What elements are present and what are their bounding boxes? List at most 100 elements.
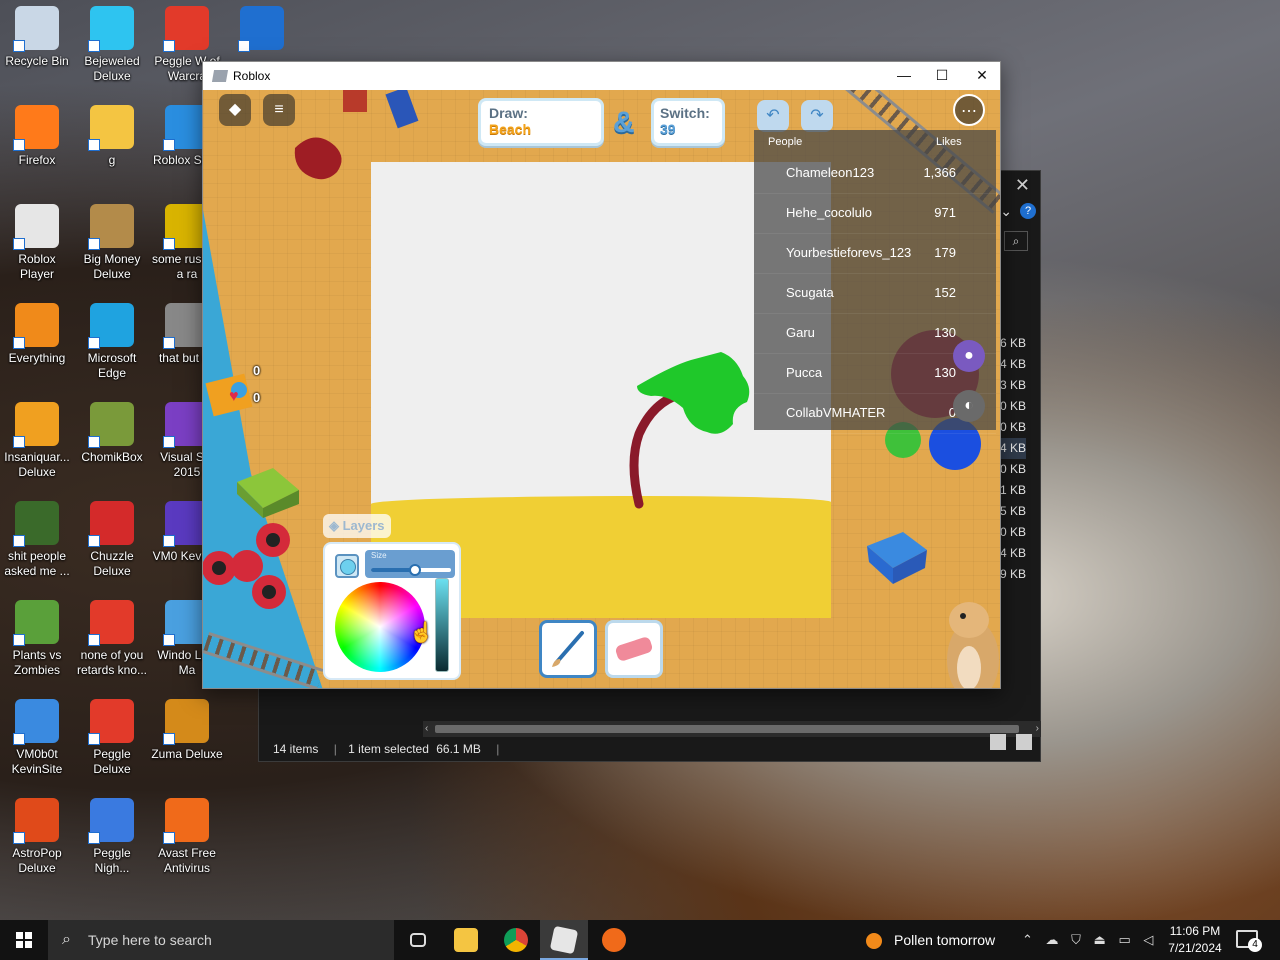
- chevron-down-icon[interactable]: ⌄: [1000, 203, 1012, 220]
- explorer-close-button[interactable]: ✕: [1015, 175, 1030, 196]
- folder-icon: [454, 928, 478, 952]
- mute-icon[interactable]: ◐: [953, 390, 985, 422]
- scrollbar-thumb[interactable]: [435, 725, 1019, 733]
- status-separator: |: [496, 742, 500, 756]
- layers-button[interactable]: ◈ Layers: [323, 514, 391, 538]
- brush-tool-button[interactable]: [539, 620, 597, 678]
- likes-column-header: Likes: [936, 136, 962, 148]
- desktop-shortcut[interactable]: Everything: [0, 303, 74, 366]
- desktop-shortcut[interactable]: Zuma Deluxe: [150, 699, 224, 762]
- desktop-shortcut[interactable]: Big Money Deluxe: [75, 204, 149, 282]
- peggle-night-icon: [88, 798, 134, 844]
- more-options-button[interactable]: ⋯: [953, 94, 985, 126]
- desktop-shortcut[interactable]: Roblox Player: [0, 204, 74, 282]
- avast-taskbar-button[interactable]: [590, 920, 638, 960]
- file-explorer-taskbar-button[interactable]: [442, 920, 490, 960]
- fish-icon: [13, 402, 59, 448]
- magnifier-icon: [13, 303, 59, 349]
- desktop-shortcut[interactable]: Chuzzle Deluxe: [75, 501, 149, 579]
- color-picker-panel[interactable]: Size ☝: [323, 542, 461, 680]
- desktop-shortcut[interactable]: Bejeweled Deluxe: [75, 6, 149, 84]
- firefox-icon: [13, 105, 59, 151]
- player-avatar-icon[interactable]: ●: [953, 340, 985, 372]
- tiles-view-icon[interactable]: [1016, 734, 1032, 750]
- desktop-shortcut[interactable]: g: [75, 105, 149, 168]
- desktop-shortcut-label: Firefox: [18, 153, 56, 167]
- taskbar: ⌕ Type here to search Pollen tomorrow ⌃ …: [0, 920, 1280, 960]
- edge-icon: [88, 303, 134, 349]
- brush-size-control[interactable]: Size: [365, 550, 455, 578]
- leaderboard-row[interactable]: Scugata 152: [754, 274, 996, 314]
- leaderboard-row[interactable]: Yourbestieforevs_123 179: [754, 234, 996, 274]
- desktop-shortcut[interactable]: Microsoft Edge: [75, 303, 149, 381]
- roblox-menu-button[interactable]: ◆: [219, 94, 251, 126]
- notification-center-button[interactable]: 4: [1236, 930, 1262, 952]
- peggle-icon: [88, 699, 134, 745]
- roblox-window[interactable]: Roblox — ☐ ✕ Draw: Beach & Switch: 39 ◆ …: [202, 61, 1001, 689]
- size-slider-handle[interactable]: [409, 564, 421, 576]
- volume-icon[interactable]: ◁: [1143, 932, 1153, 947]
- scroll-left-icon[interactable]: ‹: [425, 721, 428, 737]
- desktop-shortcut[interactable]: Recycle Bin: [0, 6, 74, 69]
- start-button[interactable]: [0, 920, 48, 960]
- details-view-icon[interactable]: [990, 734, 1006, 750]
- desktop-shortcut[interactable]: Plants vs Zombies: [0, 600, 74, 678]
- desktop-shortcut[interactable]: VM0b0t KevinSite: [0, 699, 74, 777]
- people-column-header: People: [768, 136, 803, 148]
- network-icon[interactable]: ☁: [1046, 932, 1059, 947]
- windows-logo-icon: [16, 932, 32, 948]
- player-likes: 130: [934, 365, 956, 380]
- help-icon[interactable]: ?: [1020, 203, 1036, 219]
- notification-count: 4: [1248, 938, 1262, 952]
- roblox-player-icon: [13, 204, 59, 250]
- close-button[interactable]: ✕: [963, 62, 1001, 90]
- desktop-shortcut[interactable]: AstroPop Deluxe: [0, 798, 74, 876]
- desktop-shortcut[interactable]: Peggle Deluxe: [75, 699, 149, 777]
- task-view-button[interactable]: [394, 920, 442, 960]
- chuzzle-icon: [88, 501, 134, 547]
- desktop-shortcut[interactable]: Peggle Nigh...: [75, 798, 149, 876]
- explorer-search-icon[interactable]: ⌕: [1004, 231, 1028, 251]
- current-color-swatch[interactable]: [335, 554, 359, 578]
- roblox-icon: [549, 925, 579, 955]
- roblox-titlebar[interactable]: Roblox — ☐ ✕: [203, 62, 1000, 90]
- horizontal-scrollbar[interactable]: ‹ ›: [423, 721, 1041, 737]
- paintbrush-icon: [552, 631, 584, 667]
- shield-icon[interactable]: ⛉: [1071, 932, 1081, 947]
- leaderboard-row[interactable]: Chameleon123 1,366: [754, 154, 996, 194]
- system-tray[interactable]: ⌃ ☁ ⛉ ⏏ ▭ ◁: [1022, 920, 1162, 960]
- desktop-shortcut[interactable]: Insaniquar... Deluxe: [0, 402, 74, 480]
- chevron-up-icon[interactable]: ⌃: [1022, 932, 1033, 947]
- clock[interactable]: 11:06 PM 7/21/2024: [1166, 923, 1224, 957]
- desktop-shortcut[interactable]: none of you retards kno...: [75, 600, 149, 678]
- desktop-shortcut-label: Roblox Player: [18, 252, 56, 281]
- desktop-shortcut[interactable]: ChomikBox: [75, 402, 149, 465]
- switch-label: Switch:: [660, 105, 710, 121]
- maximize-button[interactable]: ☐: [923, 62, 961, 90]
- player-name: Hehe_cocolulo: [786, 205, 873, 220]
- desktop-shortcut[interactable]: Firefox: [0, 105, 74, 168]
- usb-icon[interactable]: ⏏: [1094, 932, 1106, 947]
- desktop-shortcut[interactable]: [225, 6, 299, 54]
- eraser-tool-button[interactable]: [605, 620, 663, 678]
- ethernet-icon[interactable]: ▭: [1118, 932, 1130, 947]
- game-viewport[interactable]: Draw: Beach & Switch: 39 ◆ ≡ ⋯ ↶ ↷ 0 ♥ 0…: [203, 90, 1000, 688]
- weather-widget[interactable]: Pollen tomorrow: [866, 920, 995, 960]
- desktop-shortcut[interactable]: shit people asked me ...: [0, 501, 74, 579]
- chat-button[interactable]: ≡: [263, 94, 295, 126]
- coins-count: 0: [253, 363, 261, 378]
- undo-button[interactable]: ↶: [757, 100, 789, 132]
- scroll-right-icon[interactable]: ›: [1036, 721, 1039, 737]
- chrome-taskbar-button[interactable]: [492, 920, 540, 960]
- size-slider-track[interactable]: [371, 564, 451, 576]
- desktop-shortcut[interactable]: Avast Free Antivirus: [150, 798, 224, 876]
- switch-card[interactable]: Switch: 39: [651, 98, 725, 146]
- brightness-slider[interactable]: [435, 578, 449, 672]
- taskbar-search-box[interactable]: ⌕ Type here to search: [48, 920, 394, 960]
- roblox-taskbar-button[interactable]: [540, 920, 588, 960]
- redo-button[interactable]: ↷: [801, 100, 833, 132]
- player-name: Scugata: [786, 285, 834, 300]
- minimize-button[interactable]: —: [885, 62, 923, 90]
- desktop-shortcut-label: Chuzzle Deluxe: [90, 549, 134, 578]
- leaderboard-row[interactable]: Hehe_cocolulo 971: [754, 194, 996, 234]
